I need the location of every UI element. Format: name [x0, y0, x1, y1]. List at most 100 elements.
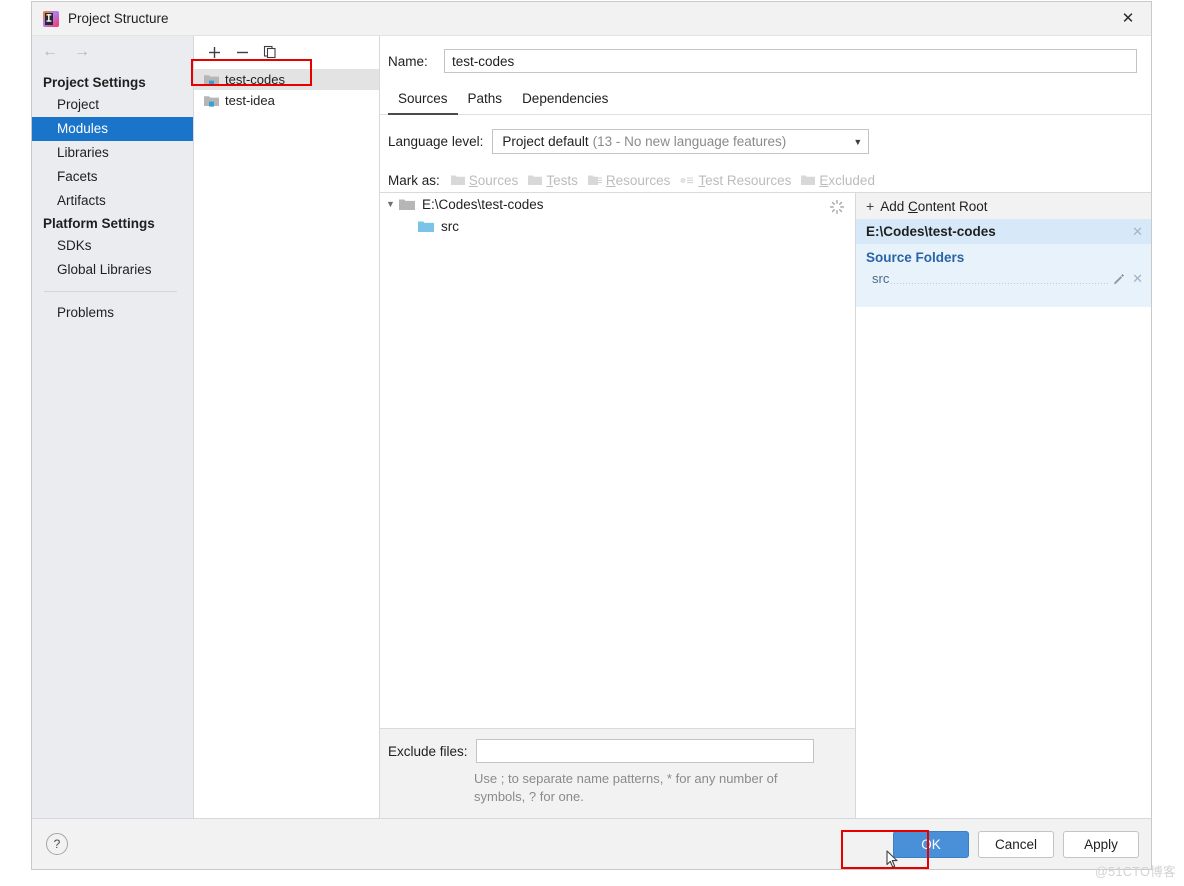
settings-sidebar: ← → Project Settings Project Modules Lib…	[32, 36, 194, 818]
tree-row-src[interactable]: src	[380, 215, 855, 237]
sidebar-item-facets[interactable]: Facets	[32, 165, 193, 189]
mark-as-tests-label: ests	[553, 172, 578, 188]
apply-button[interactable]: Apply	[1063, 830, 1139, 858]
back-arrow-icon[interactable]: ←	[42, 44, 58, 60]
content-root-card: E:\Codes\test-codes ✕ Source Folders src	[856, 219, 1151, 307]
language-level-row: Language level: Project default (13 - No…	[380, 115, 1151, 154]
dialog-title: Project Structure	[68, 11, 169, 26]
chevron-down-icon: ▼	[853, 136, 863, 147]
pencil-edit-icon[interactable]	[1113, 273, 1125, 285]
content-root-header[interactable]: E:\Codes\test-codes ✕	[856, 219, 1151, 244]
dialog-titlebar: Project Structure ✕	[32, 2, 1151, 35]
mark-as-tests-button[interactable]: Tests	[528, 173, 578, 188]
add-module-icon[interactable]	[206, 44, 222, 60]
sources-mid-area: ▼ E:\Codes\test-codes src Exclude files:…	[380, 192, 1151, 818]
footer-button-group: OK Cancel Apply	[893, 830, 1139, 858]
intellij-idea-logo-icon	[43, 10, 59, 27]
project-structure-dialog: Project Structure ✕ ← → Project Settings…	[31, 1, 1152, 870]
leader-line	[891, 283, 1110, 284]
mark-as-row: Mark as: Sources Tests Resources Test Re…	[380, 154, 1151, 192]
mark-as-sources-label: ources	[477, 172, 519, 188]
mark-as-test-resources-label: est Resources	[705, 172, 792, 188]
close-icon[interactable]: ✕	[1105, 2, 1151, 34]
forward-arrow-icon[interactable]: →	[74, 44, 90, 60]
sidebar-item-global-libraries[interactable]: Global Libraries	[32, 258, 193, 282]
dialog-footer: ? OK Cancel Apply	[32, 818, 1151, 869]
module-item-label: test-codes	[225, 72, 285, 87]
tree-row-label: E:\Codes\test-codes	[422, 196, 544, 212]
cancel-button[interactable]: Cancel	[978, 830, 1054, 858]
sidebar-item-artifacts[interactable]: Artifacts	[32, 189, 193, 213]
help-icon[interactable]: ?	[46, 833, 68, 855]
tests-folder-icon	[528, 174, 543, 186]
sidebar-item-sdks[interactable]: SDKs	[32, 234, 193, 258]
module-item-label: test-idea	[225, 93, 275, 108]
add-content-root-post: ontent Root	[917, 198, 988, 214]
sidebar-item-libraries[interactable]: Libraries	[32, 141, 193, 165]
modules-list: test-codes test-idea	[194, 68, 379, 111]
mark-as-test-resources-button[interactable]: Test Resources	[680, 173, 791, 188]
content-root-path: E:\Codes\test-codes	[866, 224, 996, 239]
modules-panel: test-codes test-idea	[194, 36, 380, 818]
content-roots-panel: + Add Content Root E:\Codes\test-codes ✕…	[856, 193, 1151, 818]
tab-dependencies[interactable]: Dependencies	[512, 87, 618, 115]
sources-folder-icon	[450, 174, 465, 186]
mark-as-resources-mnemonic: R	[605, 172, 616, 188]
remove-module-icon[interactable]	[234, 44, 250, 60]
language-level-label: Language level:	[388, 134, 484, 149]
mark-as-resources-button[interactable]: Resources	[587, 172, 671, 188]
module-item-test-idea[interactable]: test-idea	[194, 90, 379, 111]
language-level-detail: (13 - No new language features)	[592, 134, 787, 149]
add-content-root-button[interactable]: + Add Content Root	[856, 193, 1151, 219]
tab-sources[interactable]: Sources	[388, 87, 458, 115]
language-level-value: Project default	[502, 134, 589, 149]
sidebar-group-project-settings: Project Settings	[43, 75, 146, 90]
sidebar-item-problems[interactable]: Problems	[32, 301, 193, 325]
watermark: @51CTO博客	[1095, 865, 1176, 879]
exclude-files-row: Exclude files:	[388, 739, 845, 763]
content-root-card-spacer	[856, 289, 1151, 307]
copy-module-icon[interactable]	[262, 44, 278, 60]
source-folder-row[interactable]: src ✕	[856, 268, 1151, 289]
exclude-files-label: Exclude files:	[388, 743, 468, 759]
module-folder-icon	[204, 73, 219, 87]
source-folder-icon	[418, 220, 434, 233]
tab-paths[interactable]: Paths	[458, 87, 513, 115]
mark-as-resources-label: esources	[615, 172, 671, 188]
tree-row-label: src	[441, 218, 459, 234]
mark-as-label: Mark as:	[388, 172, 440, 188]
module-name-label: Name:	[388, 53, 428, 69]
content-tree: ▼ E:\Codes\test-codes src	[380, 193, 855, 728]
ok-button-wrapper: OK	[893, 830, 969, 858]
remove-source-folder-icon[interactable]: ✕	[1132, 271, 1143, 287]
module-tabs: Sources Paths Dependencies	[380, 87, 1151, 115]
mark-as-excluded-label: xcluded	[828, 172, 875, 188]
folder-icon	[399, 198, 415, 211]
exclude-files-input[interactable]	[475, 739, 814, 763]
loading-spinner-icon	[829, 199, 845, 215]
module-name-input[interactable]	[444, 49, 1137, 73]
ok-button[interactable]: OK	[893, 830, 969, 858]
sidebar-group-platform-settings: Platform Settings	[43, 216, 155, 231]
mark-as-excluded-button[interactable]: Excluded	[801, 173, 875, 188]
sidebar-divider	[44, 291, 177, 292]
mark-as-sources-button[interactable]: Sources	[450, 172, 519, 188]
module-detail-panel: Name: Sources Paths Dependencies Languag…	[380, 36, 1151, 818]
module-item-test-codes[interactable]: test-codes	[194, 69, 379, 90]
language-level-select[interactable]: Project default (13 - No new language fe…	[492, 129, 870, 154]
add-content-root-mnemonic: C	[907, 198, 918, 214]
modules-toolbar	[194, 36, 379, 68]
remove-content-root-icon[interactable]: ✕	[1132, 224, 1143, 240]
exclude-files-section: Exclude files: Use ; to separate name pa…	[380, 728, 855, 818]
exclude-files-hint: Use ; to separate name patterns, * for a…	[474, 771, 778, 804]
screenshot-root: Project Structure ✕ ← → Project Settings…	[0, 0, 1184, 886]
sidebar-item-modules[interactable]: Modules	[32, 117, 193, 141]
content-tree-column: ▼ E:\Codes\test-codes src Exclude files:…	[380, 193, 856, 818]
mark-as-sources-mnemonic: S	[468, 172, 478, 188]
module-name-row: Name:	[380, 36, 1151, 73]
sidebar-navigation: ← →	[32, 36, 193, 68]
expander-triangle-icon[interactable]: ▼	[386, 199, 399, 209]
add-content-root-pre: Add	[880, 198, 908, 214]
sidebar-item-project[interactable]: Project	[32, 93, 193, 117]
tree-row-content-root[interactable]: ▼ E:\Codes\test-codes	[380, 193, 855, 215]
